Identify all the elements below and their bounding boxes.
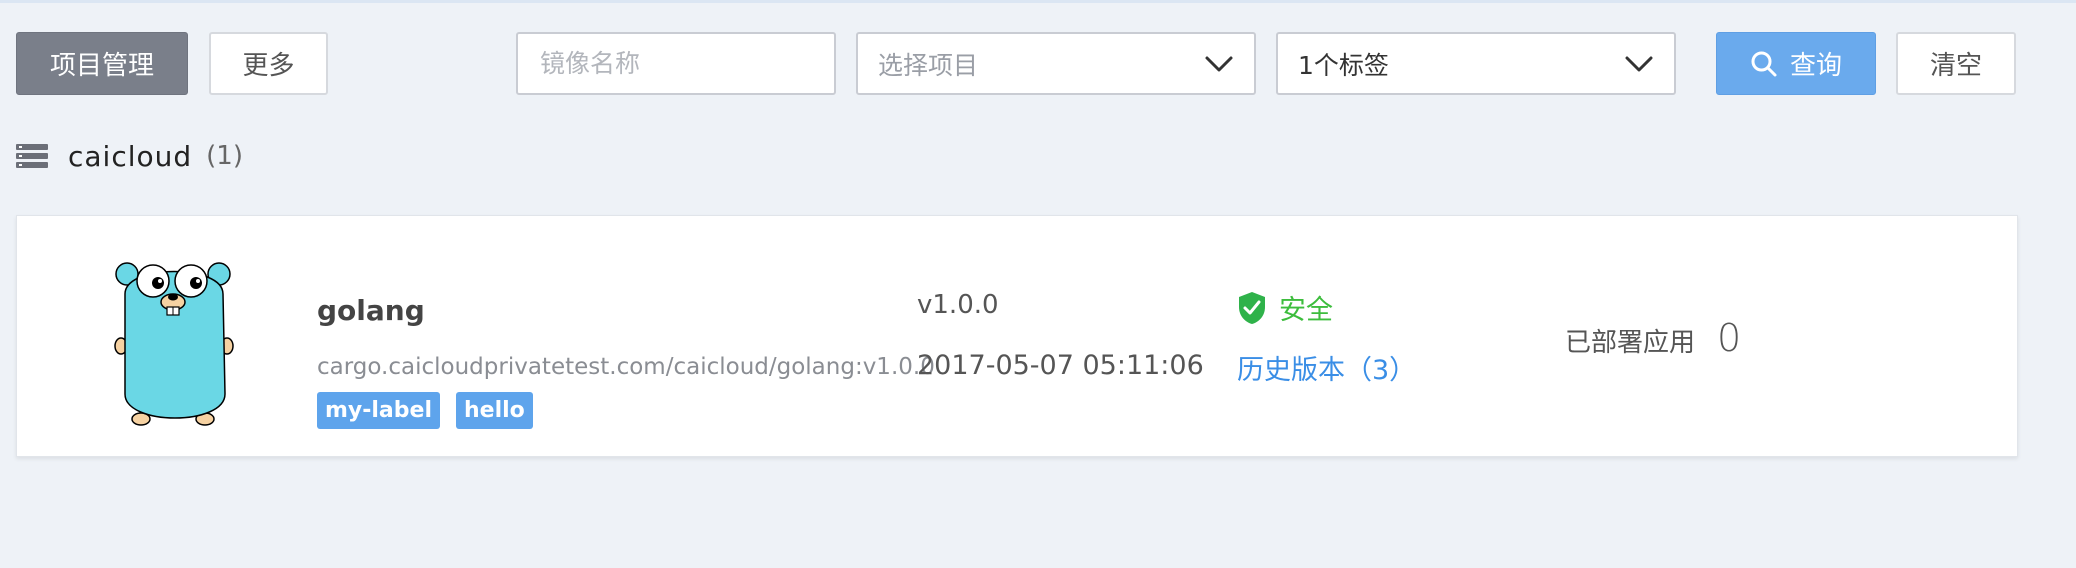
label-tag[interactable]: hello <box>456 392 533 429</box>
clear-label: 清空 <box>1929 51 1982 81</box>
more-label: 更多 <box>242 51 295 81</box>
security-status: 安全 <box>1237 288 1333 327</box>
image-timestamp: 2017-05-07 05:11:06 <box>917 350 1204 381</box>
label-list: my-label hello <box>317 392 533 429</box>
clear-button[interactable]: 清空 <box>1896 32 2016 95</box>
project-group-header: caicloud (1) <box>16 136 243 176</box>
image-version: v1.0.0 <box>917 290 999 320</box>
label-tag[interactable]: my-label <box>317 392 440 429</box>
project-management-label: 项目管理 <box>49 51 154 81</box>
shield-check-icon <box>1239 291 1265 324</box>
query-label: 查询 <box>1789 51 1842 81</box>
image-name-input[interactable] <box>538 48 814 79</box>
deployed-apps-label: 已部署应用 <box>1565 328 1696 358</box>
server-stack-icon <box>16 144 48 168</box>
image-name-search-field[interactable] <box>516 32 836 95</box>
gopher-logo <box>114 262 234 426</box>
history-versions-link[interactable]: 历史版本（3） <box>1237 348 1416 387</box>
group-count: (1) <box>206 141 243 171</box>
image-path: cargo.caicloudprivatetest.com/caicloud/g… <box>317 354 935 380</box>
image-card[interactable]: golang cargo.caicloudprivatetest.com/cai… <box>16 215 2018 457</box>
tag-select-value: 1个标签 <box>1298 50 1389 80</box>
top-border <box>0 0 2076 3</box>
query-button[interactable]: 查询 <box>1716 32 1876 95</box>
chevron-down-icon <box>1205 56 1233 71</box>
search-icon <box>1751 51 1777 76</box>
security-label: 安全 <box>1279 295 1333 326</box>
chevron-down-icon <box>1625 56 1653 71</box>
group-name: caicloud <box>68 139 193 173</box>
more-button[interactable]: 更多 <box>209 32 328 95</box>
project-select[interactable]: 选择项目 <box>856 32 1256 95</box>
deployed-apps: 已部署应用 0 <box>1565 316 1741 360</box>
project-management-button[interactable]: 项目管理 <box>16 32 188 95</box>
deployed-apps-count: 0 <box>1717 316 1742 360</box>
tag-select[interactable]: 1个标签 <box>1276 32 1676 95</box>
project-select-value: 选择项目 <box>878 50 979 80</box>
image-name[interactable]: golang <box>317 294 425 327</box>
